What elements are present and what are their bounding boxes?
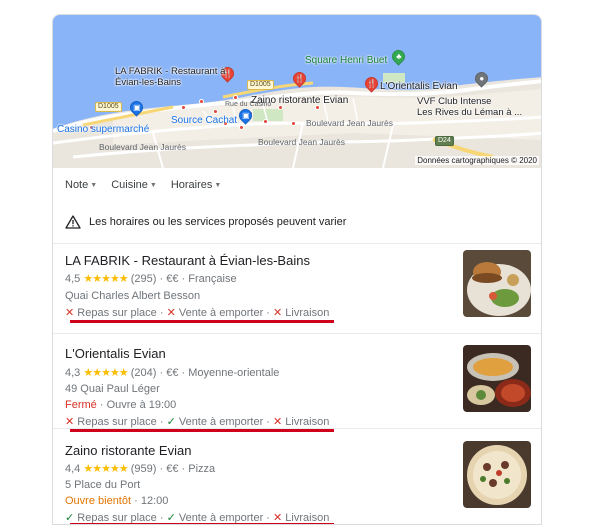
map-label-boulevard: Boulevard Jean Jaurès xyxy=(99,142,186,152)
listing-name[interactable]: LA FABRIK - Restaurant à Évian-les-Bains xyxy=(65,253,310,268)
road-badge-d1005: D1005 xyxy=(95,102,122,112)
listing-meta: 4,5 ★★★★★ (295) · €€ · Française xyxy=(65,273,237,285)
price-level: €€ xyxy=(166,273,179,285)
listing-item[interactable]: L'Orientalis Evian 4,3 ★★★★★ (204) · €€ … xyxy=(53,333,541,432)
local-results-card: 🍴 ♣ 🍴 🍴 ● ▣ ▣ D1005 D1005 D24 LA FABRIK … xyxy=(52,14,542,525)
warning-text: Les horaires ou les services proposés pe… xyxy=(89,216,347,228)
rating-stars-icon: ★★★★★ xyxy=(83,367,128,379)
caret-down-icon: ▼ xyxy=(90,181,98,189)
service-options: ✕ Repas sur place · ✓ Vente à emporter ·… xyxy=(65,416,330,428)
filter-horaires[interactable]: Horaires ▼ xyxy=(171,179,222,191)
filter-label: Note xyxy=(65,179,89,191)
category: Française xyxy=(188,273,237,285)
status-closed: Fermé xyxy=(65,399,97,411)
filter-note[interactable]: Note ▼ xyxy=(65,179,97,191)
rating-stars-icon: ★★★★★ xyxy=(83,273,128,285)
caret-down-icon: ▼ xyxy=(149,181,157,189)
status-detail: Ouvre à 19:00 xyxy=(106,399,177,411)
rating-stars-icon: ★★★★★ xyxy=(83,463,128,475)
map-label-la-fabrik[interactable]: LA FABRIK - Restaurant à Évian-les-Bains xyxy=(115,66,225,88)
map-label-vvf[interactable]: VVF Club Intense Les Rives du Léman à ..… xyxy=(417,96,522,118)
service-label: Livraison xyxy=(285,416,330,428)
listing-photo[interactable] xyxy=(463,250,531,317)
listing-photo[interactable] xyxy=(463,441,531,508)
service-label: Vente à emporter xyxy=(178,307,264,319)
caret-down-icon: ▼ xyxy=(214,181,222,189)
listing-meta: 4,4 ★★★★★ (959) · €€ · Pizza xyxy=(65,463,216,475)
unavailable-icon: ✕ xyxy=(65,416,75,428)
map-label-casino[interactable]: Casino supermarché xyxy=(57,124,149,135)
service-label: Livraison xyxy=(285,307,330,319)
warning-icon xyxy=(65,215,81,229)
address: Quai Charles Albert Besson xyxy=(65,290,201,302)
listing-item[interactable]: Zaino ristorante Evian 4,4 ★★★★★ (959) ·… xyxy=(53,428,541,524)
unavailable-icon: ✕ xyxy=(65,307,75,319)
map-label-square[interactable]: Square Henri Buet xyxy=(305,55,387,66)
road-badge-d24: D24 xyxy=(435,136,454,146)
unavailable-icon: ✕ xyxy=(273,307,283,319)
map-label-source-cachat[interactable]: Source Cachat xyxy=(171,115,237,126)
map-label-boulevard: Boulevard Jean Jaurès xyxy=(306,118,393,128)
category: Moyenne-orientale xyxy=(188,367,280,379)
service-label: Repas sur place xyxy=(77,307,157,319)
service-options: ✕ Repas sur place · ✕ Vente à emporter ·… xyxy=(65,307,330,319)
service-label: Vente à emporter xyxy=(178,416,264,428)
rating-value: 4,5 xyxy=(65,273,81,285)
service-label: Repas sur place xyxy=(77,416,157,428)
filter-cuisine[interactable]: Cuisine ▼ xyxy=(111,179,157,191)
map-credit: Données cartographiques © 2020 xyxy=(415,156,539,165)
map[interactable]: 🍴 ♣ 🍴 🍴 ● ▣ ▣ D1005 D1005 D24 LA FABRIK … xyxy=(53,15,541,168)
filter-label: Cuisine xyxy=(111,179,148,191)
price-level: €€ xyxy=(166,463,179,475)
unavailable-icon: ✕ xyxy=(166,307,176,319)
listing-item[interactable]: LA FABRIK - Restaurant à Évian-les-Bains… xyxy=(53,243,541,333)
highlight-underline xyxy=(70,320,334,323)
address: 5 Place du Port xyxy=(65,479,141,491)
category: Pizza xyxy=(188,463,216,475)
listing-name[interactable]: L'Orientalis Evian xyxy=(65,346,166,361)
map-label-rue-casino: Rue du Casino xyxy=(225,101,272,108)
price-level: €€ xyxy=(166,367,179,379)
review-count[interactable]: (959) xyxy=(131,463,157,475)
listing-meta: 4,3 ★★★★★ (204) · €€ · Moyenne-orientale xyxy=(65,367,280,379)
rating-value: 4,3 xyxy=(65,367,81,379)
map-label-orientalis[interactable]: L'Orientalis Evian xyxy=(380,81,458,92)
review-count[interactable]: (204) xyxy=(131,367,157,379)
available-check-icon: ✓ xyxy=(166,416,176,428)
map-label-boulevard: Boulevard Jean Jaurès xyxy=(258,137,345,147)
listing-photo[interactable] xyxy=(463,345,531,412)
filter-label: Horaires xyxy=(170,179,213,191)
warning-notice: Les horaires ou les services proposés pe… xyxy=(65,215,346,229)
status-detail: 12:00 xyxy=(140,495,169,507)
address: 49 Quai Paul Léger xyxy=(65,383,160,395)
rating-value: 4,4 xyxy=(65,463,81,475)
review-count[interactable]: (295) xyxy=(131,273,157,285)
unavailable-icon: ✕ xyxy=(273,416,283,428)
listing-name[interactable]: Zaino ristorante Evian xyxy=(65,443,191,458)
opening-status: Ouvre bientôt · 12:00 xyxy=(65,495,169,507)
status-opening-soon: Ouvre bientôt xyxy=(65,495,132,507)
filter-bar: Note ▼ Cuisine ▼ Horaires ▼ xyxy=(65,179,221,191)
road-badge-d1005: D1005 xyxy=(247,80,274,90)
opening-status: Fermé · Ouvre à 19:00 xyxy=(65,399,177,411)
